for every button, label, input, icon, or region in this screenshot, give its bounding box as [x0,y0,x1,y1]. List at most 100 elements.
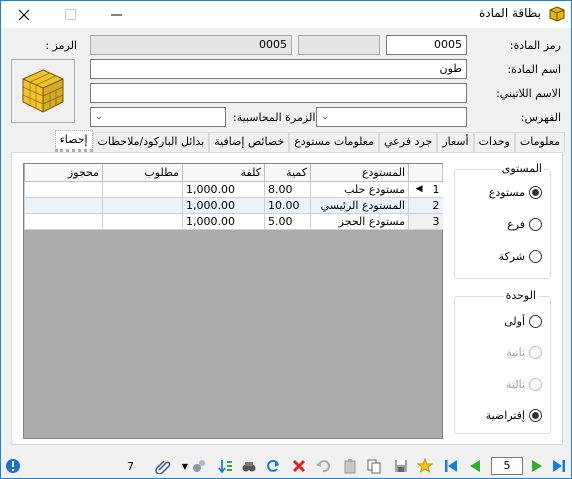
cell-required[interactable] [102,213,183,230]
tab-info[interactable]: معلومات [514,132,565,152]
level-radio-store[interactable]: مستودع [489,186,542,199]
level-radio-branch[interactable]: فرع [507,218,542,231]
item-cube-icon [22,69,64,113]
unit-radio-third[interactable]: ثالثة [506,378,542,391]
table-row[interactable]: ◀ 1 مستودع حلب 8.00 1,000.00 [24,181,443,198]
tab-units[interactable]: وحدات [473,132,515,152]
cell-reserved[interactable] [24,213,103,230]
unit-radio-second[interactable]: ثانية [506,346,542,359]
column-header-store[interactable]: المستودع [310,164,409,182]
cell-store[interactable]: مستودع حلب [310,181,409,198]
bottom-toolbar: 7 ▼ [1,455,571,478]
latin-name-field[interactable] [90,83,467,103]
row-number: 2 [408,197,443,214]
gears-icon [193,460,205,472]
level-radio-company-label: شركة [498,250,525,263]
sort-button[interactable] [218,458,234,474]
undo-icon [316,460,330,473]
delete-button[interactable] [291,458,307,474]
column-header-cost[interactable]: كلفة [182,164,265,182]
copy-button[interactable] [366,458,382,474]
save-button[interactable] [393,458,409,474]
tab-statistics[interactable]: إحصاء [54,130,93,152]
save-icon [395,460,407,472]
radio-unchecked-icon [529,250,542,263]
help-button[interactable] [5,458,21,474]
cell-cost[interactable]: 1,000.00 [182,181,265,198]
table-row[interactable]: 2 المستودع الرئيسي 10.00 1,000.00 [24,197,443,214]
name-field[interactable]: طون [90,59,467,79]
latin-name-label: الاسم اللاتيني: [496,87,561,100]
last-page-icon [553,460,565,472]
maximize-button[interactable] [47,1,93,28]
minimize-icon [110,14,122,16]
chevron-down-icon: ▼ [181,461,189,471]
first-record-button[interactable] [443,458,459,474]
tab-strip: معلومات وحدات أسعار جرد فرعي معلومات مست… [54,130,565,152]
statistics-grid[interactable]: المستودع كمية كلفة مطلوب محجوز ◀ 1 مستودع… [23,163,443,439]
cell-cost[interactable]: 1,000.00 [182,197,265,214]
name-label: اسم المادة: [507,63,561,76]
previous-icon [470,460,480,472]
row-number: 3 [408,213,443,230]
unit-radio-first-label: أولى [504,315,525,328]
cell-qty[interactable]: 5.00 [264,213,311,230]
symbol-label: الرمز : [45,39,77,52]
unit-radio-first[interactable]: أولى [504,315,542,328]
column-header-qty[interactable]: كمية [264,164,311,182]
refresh-button[interactable] [265,458,281,474]
window-title: بطاقة المادة [478,6,541,20]
cell-required[interactable] [102,197,183,214]
undo-button[interactable] [315,458,331,474]
view-button[interactable] [241,458,257,474]
paste-button[interactable] [342,458,358,474]
cell-store[interactable]: المستودع الرئيسي [310,197,409,214]
tab-sub-inventory[interactable]: جرد فرعي [378,132,438,152]
minimize-button[interactable] [93,1,139,28]
next-icon [532,460,542,472]
copy-icon [367,459,381,474]
table-header: المستودع كمية كلفة مطلوب محجوز [24,164,443,182]
current-row-icon: ◀ [415,183,423,194]
close-button[interactable] [1,1,47,28]
cell-qty[interactable]: 8.00 [264,181,311,198]
item-image[interactable] [11,59,75,123]
code-field[interactable]: 0005 [386,35,467,55]
symbol-field: 0005 [90,35,292,55]
cell-store[interactable]: مستودع الحجز [310,213,409,230]
unit-group-title: الوحدة [503,289,538,302]
paperclip-icon [155,460,171,474]
chevron-down-icon: ⌄ [321,112,329,122]
index-dropdown[interactable]: ⌄ [316,107,467,127]
cell-qty[interactable]: 10.00 [264,197,311,214]
column-header-required[interactable]: مطلوب [102,164,183,182]
tab-extra-properties[interactable]: خصائص إضافية [209,132,290,152]
chevron-down-icon: ⌄ [95,112,103,122]
level-radio-company[interactable]: شركة [499,250,542,263]
sort-down-icon [218,460,232,474]
options-button[interactable] [191,458,207,474]
favorite-button[interactable] [417,458,433,474]
radio-checked-icon [529,186,542,199]
last-record-button[interactable] [551,458,567,474]
cell-required[interactable] [102,181,183,198]
unit-radio-second-label: ثانية [506,346,525,359]
unit-radio-third-label: ثالثة [506,378,525,391]
next-record-button[interactable] [529,458,545,474]
column-header-reserved[interactable]: محجوز [24,164,103,182]
cell-cost[interactable]: 1,000.00 [182,213,265,230]
previous-record-button[interactable] [467,458,483,474]
first-page-icon [445,460,457,472]
cell-reserved[interactable] [24,181,103,198]
tab-store-info[interactable]: معلومات مستودع [289,132,379,152]
accounting-group-dropdown[interactable]: ⌄ [90,107,226,127]
row-number-header [408,164,443,182]
attachment-button[interactable] [155,458,171,474]
table-row[interactable]: 3 مستودع الحجز 5.00 1,000.00 [24,213,443,230]
record-number-field[interactable]: 5 [491,457,523,475]
tab-prices[interactable]: أسعار [437,132,474,152]
tab-barcode-notes[interactable]: بدائل الباركود/ملاحظات [92,132,210,152]
cell-reserved[interactable] [24,197,103,214]
index-label: الفهرس: [520,111,561,124]
unit-radio-default[interactable]: إفتراضية [486,409,542,422]
